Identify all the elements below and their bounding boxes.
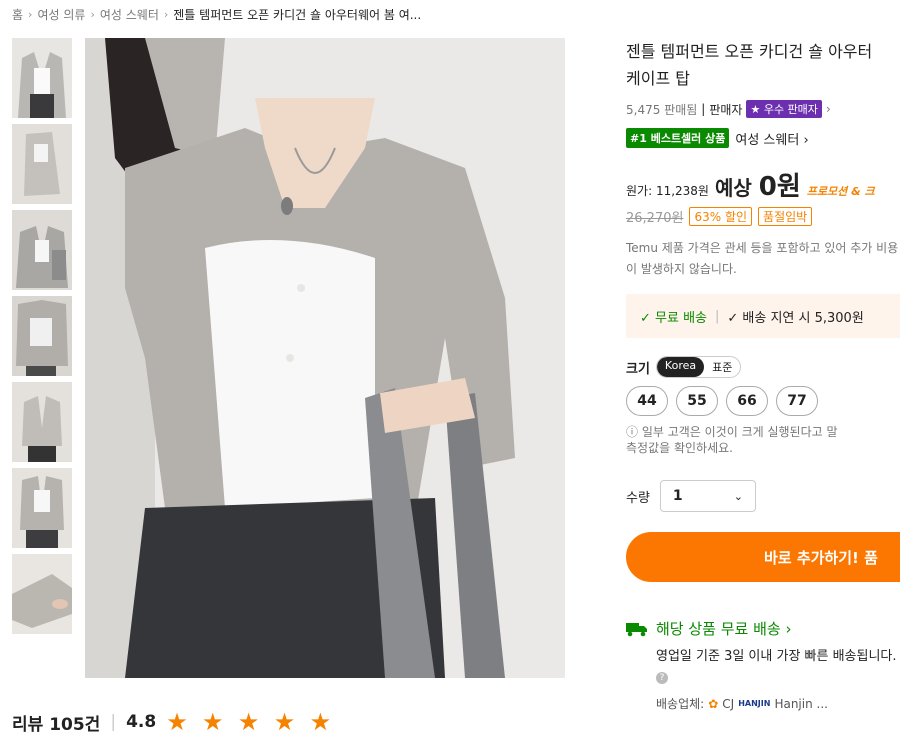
product-photo bbox=[85, 38, 565, 678]
hanjin-logo-icon: HANJIN bbox=[738, 699, 771, 708]
thumbnail-image bbox=[12, 38, 72, 118]
strikethrough-price: 26,270원 bbox=[626, 211, 684, 226]
breadcrumb: 홈 › 여성 의류 › 여성 스웨터 › 젠틀 템퍼먼트 오픈 카디건 숄 아우… bbox=[12, 6, 421, 23]
size-options: 44 55 66 77 bbox=[626, 386, 900, 416]
help-icon[interactable]: ? bbox=[656, 672, 668, 684]
thumbnail-1[interactable] bbox=[12, 38, 72, 118]
price-note: Temu 제품 가격은 관세 등을 포함하고 있어 추가 비용이 발생하지 않습… bbox=[626, 241, 899, 276]
size-option-66[interactable]: 66 bbox=[726, 386, 768, 416]
review-count: 리뷰 105건 bbox=[12, 714, 101, 735]
star-seller-badge: ★ 우수 판매자 bbox=[746, 100, 822, 118]
estimate-label: 예상 bbox=[714, 176, 752, 200]
thumbnail-4[interactable] bbox=[12, 296, 72, 376]
review-summary[interactable]: 리뷰 105건 | 4.8 ★ ★ ★ ★ ★ bbox=[12, 708, 334, 736]
product-info-panel: 젠틀 템퍼먼트 오픈 카디건 숄 아우터 케이프 탑 5,475 판매됨 | 판… bbox=[626, 38, 900, 712]
bestseller-badge: #1 베스트셀러 상품 bbox=[626, 128, 730, 148]
unit-standard[interactable]: 표준 bbox=[704, 357, 740, 377]
star-rating-icon: ★ ★ ★ ★ ★ bbox=[166, 708, 335, 736]
thumbnail-2[interactable] bbox=[12, 124, 72, 204]
shipping-detail-text: 영업일 기준 3일 이내 가장 빠른 배송됩니다. bbox=[656, 649, 897, 664]
quantity-select[interactable]: 1 ⌄ bbox=[659, 480, 756, 512]
size-option-77[interactable]: 77 bbox=[776, 386, 818, 416]
breadcrumb-home[interactable]: 홈 bbox=[12, 6, 23, 23]
breadcrumb-current: 젠틀 템퍼먼트 오픈 카디건 숄 아우터웨어 봄 여... bbox=[173, 8, 422, 22]
promotion-link[interactable]: 프로모션 & 크 bbox=[807, 183, 875, 199]
almost-soldout-tag: 품절임박 bbox=[758, 207, 813, 226]
product-title-line-2: 케이프 탑 bbox=[626, 69, 690, 88]
size-option-55[interactable]: 55 bbox=[676, 386, 718, 416]
product-title: 젠틀 템퍼먼트 오픈 카디건 숄 아우터 케이프 탑 bbox=[626, 38, 900, 92]
thumbnail-image bbox=[12, 554, 72, 634]
discount-row: 26,270원 63% 할인 품절임박 bbox=[626, 207, 900, 226]
thumbnail-image bbox=[12, 296, 72, 376]
thumbnail-image bbox=[12, 468, 72, 548]
size-note-line-2[interactable]: 측정값을 확인하세요. bbox=[626, 440, 900, 456]
thumbnail-7[interactable] bbox=[12, 554, 72, 634]
size-note-line-1: ⓘ 일부 고객은 이것이 크게 실행된다고 말 bbox=[626, 425, 838, 439]
badge-label: 우수 판매자 bbox=[763, 103, 818, 116]
estimated-price: 예상 0원 bbox=[715, 166, 801, 203]
carrier-hanjin: Hanjin ... bbox=[774, 696, 828, 711]
thumbnail-3[interactable] bbox=[12, 210, 72, 290]
seller-label: 판매자 bbox=[709, 102, 743, 117]
carrier-row: 배송업체: ✿ CJ HANJIN Hanjin ... bbox=[626, 695, 900, 712]
bestseller-category: 여성 스웨터 › bbox=[735, 132, 809, 148]
product-title-line-1: 젠틀 템퍼먼트 오픈 카디건 숄 아우터 bbox=[626, 42, 873, 61]
delay-credit-label: ✓ 배송 지연 시 5,300원 bbox=[727, 310, 864, 326]
free-shipping-section[interactable]: 해당 상품 무료 배송 › bbox=[626, 618, 900, 639]
shipping-banner[interactable]: ✓ 무료 배송 | ✓ 배송 지연 시 5,300원 bbox=[626, 294, 900, 338]
quantity-row: 수량 1 ⌄ bbox=[626, 480, 900, 512]
estimate-value: 0원 bbox=[758, 172, 801, 202]
thumbnail-list bbox=[12, 38, 72, 640]
thumbnail-5[interactable] bbox=[12, 382, 72, 462]
seller-divider: | bbox=[701, 102, 706, 116]
divider: | bbox=[715, 308, 720, 324]
main-product-image[interactable] bbox=[85, 38, 565, 678]
chevron-right-icon: › bbox=[163, 8, 169, 21]
rating-value: 4.8 bbox=[126, 712, 157, 732]
shipping-detail: 영업일 기준 3일 이내 가장 빠른 배송됩니다. ? bbox=[626, 647, 900, 687]
unit-korea[interactable]: Korea bbox=[656, 357, 705, 377]
size-header: 크기 Korea 표준 bbox=[626, 356, 900, 378]
truck-icon bbox=[626, 622, 647, 636]
size-fit-note: ⓘ 일부 고객은 이것이 크게 실행된다고 말 측정값을 확인하세요. bbox=[626, 424, 900, 456]
add-to-cart-button[interactable]: 바로 추가하기! 품 bbox=[626, 532, 900, 582]
chevron-right-icon: › bbox=[28, 8, 33, 21]
price-row: 원가: 11,238원 예상 0원 프로모션 & 크 bbox=[626, 166, 900, 203]
size-label: 크기 bbox=[626, 361, 650, 377]
seller-row[interactable]: 5,475 판매됨 | 판매자 ★ 우수 판매자 › bbox=[626, 100, 900, 118]
thumbnail-6[interactable] bbox=[12, 468, 72, 548]
original-price: 원가: 11,238원 bbox=[626, 184, 709, 198]
free-shipping-title: 해당 상품 무료 배송 › bbox=[656, 620, 792, 638]
free-shipping-label: ✓ 무료 배송 bbox=[640, 310, 707, 326]
chevron-right-icon: › bbox=[825, 102, 831, 116]
carrier-cj: CJ bbox=[722, 696, 735, 711]
thumbnail-image bbox=[12, 210, 72, 290]
breadcrumb-womens-sweater[interactable]: 여성 스웨터 bbox=[100, 6, 159, 23]
carrier-label: 배송업체: bbox=[656, 697, 705, 711]
size-unit-toggle[interactable]: Korea 표준 bbox=[655, 356, 742, 378]
discount-tag: 63% 할인 bbox=[689, 207, 753, 226]
thumbnail-image bbox=[12, 382, 72, 462]
divider: | bbox=[110, 712, 117, 732]
size-option-44[interactable]: 44 bbox=[626, 386, 668, 416]
sold-count: 5,475 판매됨 bbox=[626, 102, 698, 117]
thumbnail-image bbox=[12, 124, 72, 204]
quantity-value: 1 bbox=[672, 488, 683, 504]
chevron-down-icon: ⌄ bbox=[733, 489, 743, 503]
breadcrumb-womens-clothing[interactable]: 여성 의류 bbox=[37, 6, 85, 23]
chevron-right-icon: › bbox=[90, 8, 95, 21]
bestseller-row[interactable]: #1 베스트셀러 상품 여성 스웨터 › bbox=[626, 128, 900, 148]
cj-logo-icon: ✿ bbox=[708, 696, 719, 711]
quantity-label: 수량 bbox=[626, 490, 650, 506]
